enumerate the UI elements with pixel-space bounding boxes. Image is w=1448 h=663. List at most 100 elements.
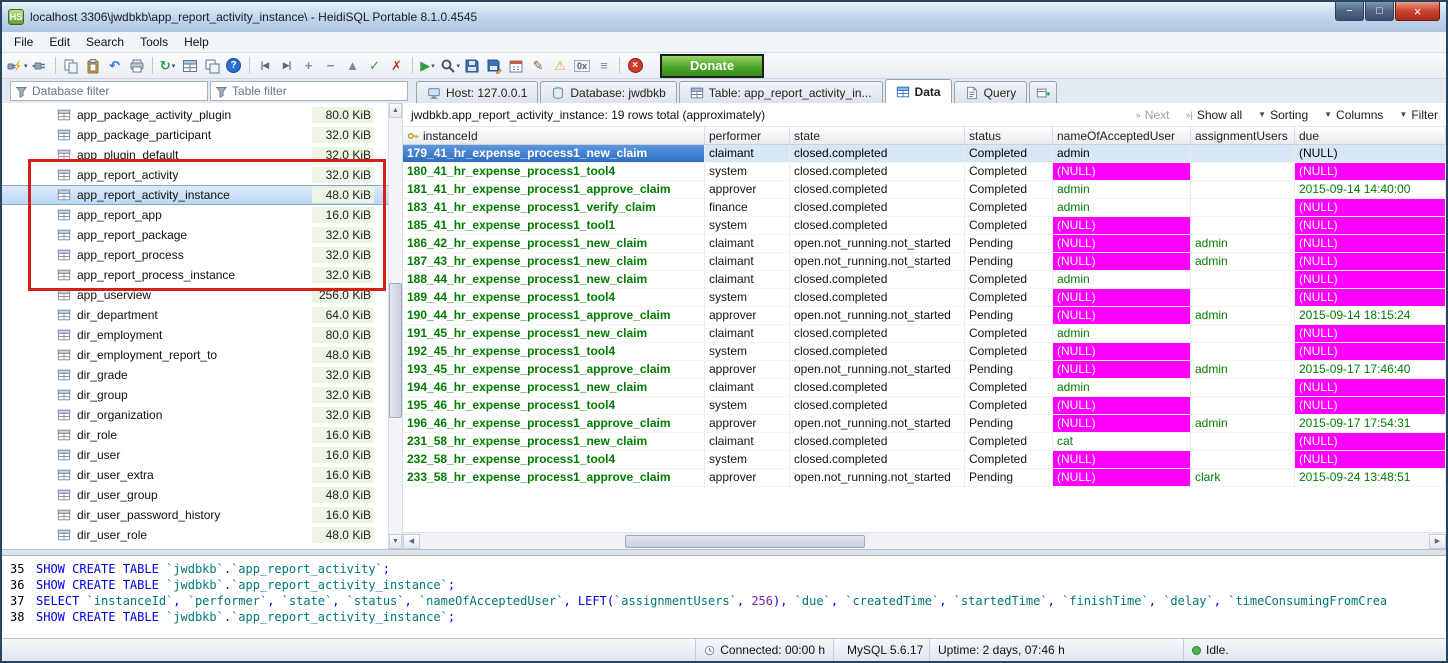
copy-button[interactable] <box>60 55 82 77</box>
table-row[interactable]: 231_58_hr_expense_process1_new_claimclai… <box>403 433 1446 451</box>
cell-instanceId[interactable]: 189_44_hr_expense_process1_tool4 <box>403 289 705 307</box>
save-sql-button[interactable] <box>461 55 483 77</box>
cell-due[interactable]: (NULL) <box>1295 253 1446 271</box>
scroll-right-arrow-icon[interactable]: ▶ <box>1429 534 1446 549</box>
cell-assignmentUsers[interactable] <box>1191 181 1295 199</box>
stop-button[interactable]: × <box>624 55 646 77</box>
table-row[interactable]: 186_42_hr_expense_process1_new_claimclai… <box>403 235 1446 253</box>
cell-due[interactable]: (NULL) <box>1295 451 1446 469</box>
cell-state[interactable]: closed.completed <box>790 451 965 469</box>
cell-state[interactable]: open.not_running.not_started <box>790 307 965 325</box>
move-up-button[interactable]: ▲ <box>342 55 364 77</box>
refresh-button[interactable]: ↻▾ <box>157 55 179 77</box>
cell-nameOfAcceptedUser[interactable]: (NULL) <box>1053 307 1191 325</box>
minimize-button[interactable]: − <box>1335 2 1364 21</box>
cell-due[interactable]: (NULL) <box>1295 145 1446 163</box>
sidebar-item-dir_grade[interactable]: dir_grade32.0 KiB <box>2 365 388 385</box>
donate-button[interactable]: Donate <box>660 54 764 78</box>
tab-database[interactable]: Database: jwdbkb <box>540 81 676 103</box>
cell-instanceId[interactable]: 231_58_hr_expense_process1_new_claim <box>403 433 705 451</box>
cell-assignmentUsers[interactable] <box>1191 271 1295 289</box>
scroll-left-arrow-icon[interactable]: ◀ <box>403 534 420 549</box>
cell-state[interactable]: closed.completed <box>790 325 965 343</box>
menu-search[interactable]: Search <box>78 33 132 51</box>
table-row[interactable]: 189_44_hr_expense_process1_tool4systemcl… <box>403 289 1446 307</box>
cell-assignmentUsers[interactable] <box>1191 325 1295 343</box>
table-row[interactable]: 188_44_hr_expense_process1_new_claimclai… <box>403 271 1446 289</box>
cell-nameOfAcceptedUser[interactable]: (NULL) <box>1053 217 1191 235</box>
session-manager-button[interactable]: ▾ <box>6 55 29 77</box>
reformat-sql-button[interactable]: ≡ <box>593 55 615 77</box>
save-snippet-button[interactable] <box>483 55 505 77</box>
maximize-button[interactable]: □ <box>1365 2 1394 21</box>
cell-performer[interactable]: approver <box>705 307 790 325</box>
cell-instanceId[interactable]: 181_41_hr_expense_process1_approve_claim <box>403 181 705 199</box>
sidebar-item-app_report_package[interactable]: app_report_package32.0 KiB <box>2 225 388 245</box>
cell-status[interactable]: Completed <box>965 397 1053 415</box>
cell-assignmentUsers[interactable] <box>1191 451 1295 469</box>
cell-instanceId[interactable]: 192_45_hr_expense_process1_tool4 <box>403 343 705 361</box>
cell-performer[interactable]: claimant <box>705 235 790 253</box>
sql-log[interactable]: 35SHOW CREATE TABLE `jwdbkb`.`app_report… <box>2 555 1446 638</box>
sidebar-scrollbar[interactable]: ▲ ▼ <box>388 103 403 549</box>
menu-tools[interactable]: Tools <box>132 33 176 51</box>
cell-instanceId[interactable]: 190_44_hr_expense_process1_approve_claim <box>403 307 705 325</box>
sidebar-item-dir_user_extra[interactable]: dir_user_extra16.0 KiB <box>2 465 388 485</box>
cell-assignmentUsers[interactable] <box>1191 217 1295 235</box>
cell-performer[interactable]: approver <box>705 181 790 199</box>
cell-assignmentUsers[interactable] <box>1191 199 1295 217</box>
table-row[interactable]: 233_58_hr_expense_process1_approve_claim… <box>403 469 1446 487</box>
menu-edit[interactable]: Edit <box>41 33 78 51</box>
post-edit-button[interactable]: ✓ <box>364 55 386 77</box>
column-header-instanceId[interactable]: instanceId <box>403 127 705 144</box>
cell-performer[interactable]: claimant <box>705 253 790 271</box>
cell-status[interactable]: Completed <box>965 217 1053 235</box>
cell-nameOfAcceptedUser[interactable]: admin <box>1053 181 1191 199</box>
cell-nameOfAcceptedUser[interactable]: admin <box>1053 325 1191 343</box>
first-record-button[interactable]: |◀ <box>254 55 276 77</box>
undo-button[interactable]: ↶ <box>104 55 126 77</box>
cell-status[interactable]: Completed <box>965 145 1053 163</box>
cell-instanceId[interactable]: 195_46_hr_expense_process1_tool4 <box>403 397 705 415</box>
cell-instanceId[interactable]: 183_41_hr_expense_process1_verify_claim <box>403 199 705 217</box>
cell-status[interactable]: Pending <box>965 253 1053 271</box>
table-row[interactable]: 187_43_hr_expense_process1_new_claimclai… <box>403 253 1446 271</box>
cell-performer[interactable]: system <box>705 217 790 235</box>
cell-performer[interactable]: system <box>705 289 790 307</box>
menu-file[interactable]: File <box>6 33 41 51</box>
sidebar-item-dir_organization[interactable]: dir_organization32.0 KiB <box>2 405 388 425</box>
table-row[interactable]: 181_41_hr_expense_process1_approve_claim… <box>403 181 1446 199</box>
sidebar-item-app_report_activity[interactable]: app_report_activity32.0 KiB <box>2 165 388 185</box>
cell-performer[interactable]: approver <box>705 415 790 433</box>
cell-due[interactable]: 2015-09-24 13:48:51 <box>1295 469 1446 487</box>
cell-performer[interactable]: claimant <box>705 433 790 451</box>
scrollbar-thumb[interactable] <box>389 283 402 418</box>
insert-row-button[interactable]: + <box>298 55 320 77</box>
cell-nameOfAcceptedUser[interactable]: (NULL) <box>1053 343 1191 361</box>
tab-query[interactable]: Query <box>954 81 1028 103</box>
show-all-button[interactable]: »|Show all <box>1185 108 1242 122</box>
warnings-button[interactable]: ⚠ <box>549 55 571 77</box>
paste-button[interactable] <box>82 55 104 77</box>
delete-row-button[interactable]: − <box>320 55 342 77</box>
scroll-down-arrow-icon[interactable]: ▼ <box>389 534 402 549</box>
cell-state[interactable]: closed.completed <box>790 289 965 307</box>
cell-status[interactable]: Completed <box>965 199 1053 217</box>
cell-nameOfAcceptedUser[interactable]: (NULL) <box>1053 253 1191 271</box>
cell-nameOfAcceptedUser[interactable]: admin <box>1053 271 1191 289</box>
column-header-nameOfAcceptedUser[interactable]: nameOfAcceptedUser <box>1053 127 1191 144</box>
sidebar-item-dir_employment_report_to[interactable]: dir_employment_report_to48.0 KiB <box>2 345 388 365</box>
sidebar-item-dir_user[interactable]: dir_user16.0 KiB <box>2 445 388 465</box>
scroll-up-arrow-icon[interactable]: ▲ <box>389 103 402 118</box>
database-filter-input[interactable] <box>32 84 203 98</box>
cell-due[interactable]: 2015-09-17 17:46:40 <box>1295 361 1446 379</box>
cell-instanceId[interactable]: 194_46_hr_expense_process1_new_claim <box>403 379 705 397</box>
cell-status[interactable]: Completed <box>965 325 1053 343</box>
tab-data[interactable]: Data <box>885 79 952 103</box>
cell-due[interactable]: (NULL) <box>1295 271 1446 289</box>
cell-assignmentUsers[interactable] <box>1191 379 1295 397</box>
cell-instanceId[interactable]: 188_44_hr_expense_process1_new_claim <box>403 271 705 289</box>
cell-instanceId[interactable]: 186_42_hr_expense_process1_new_claim <box>403 235 705 253</box>
cell-status[interactable]: Completed <box>965 343 1053 361</box>
cell-instanceId[interactable]: 191_45_hr_expense_process1_new_claim <box>403 325 705 343</box>
